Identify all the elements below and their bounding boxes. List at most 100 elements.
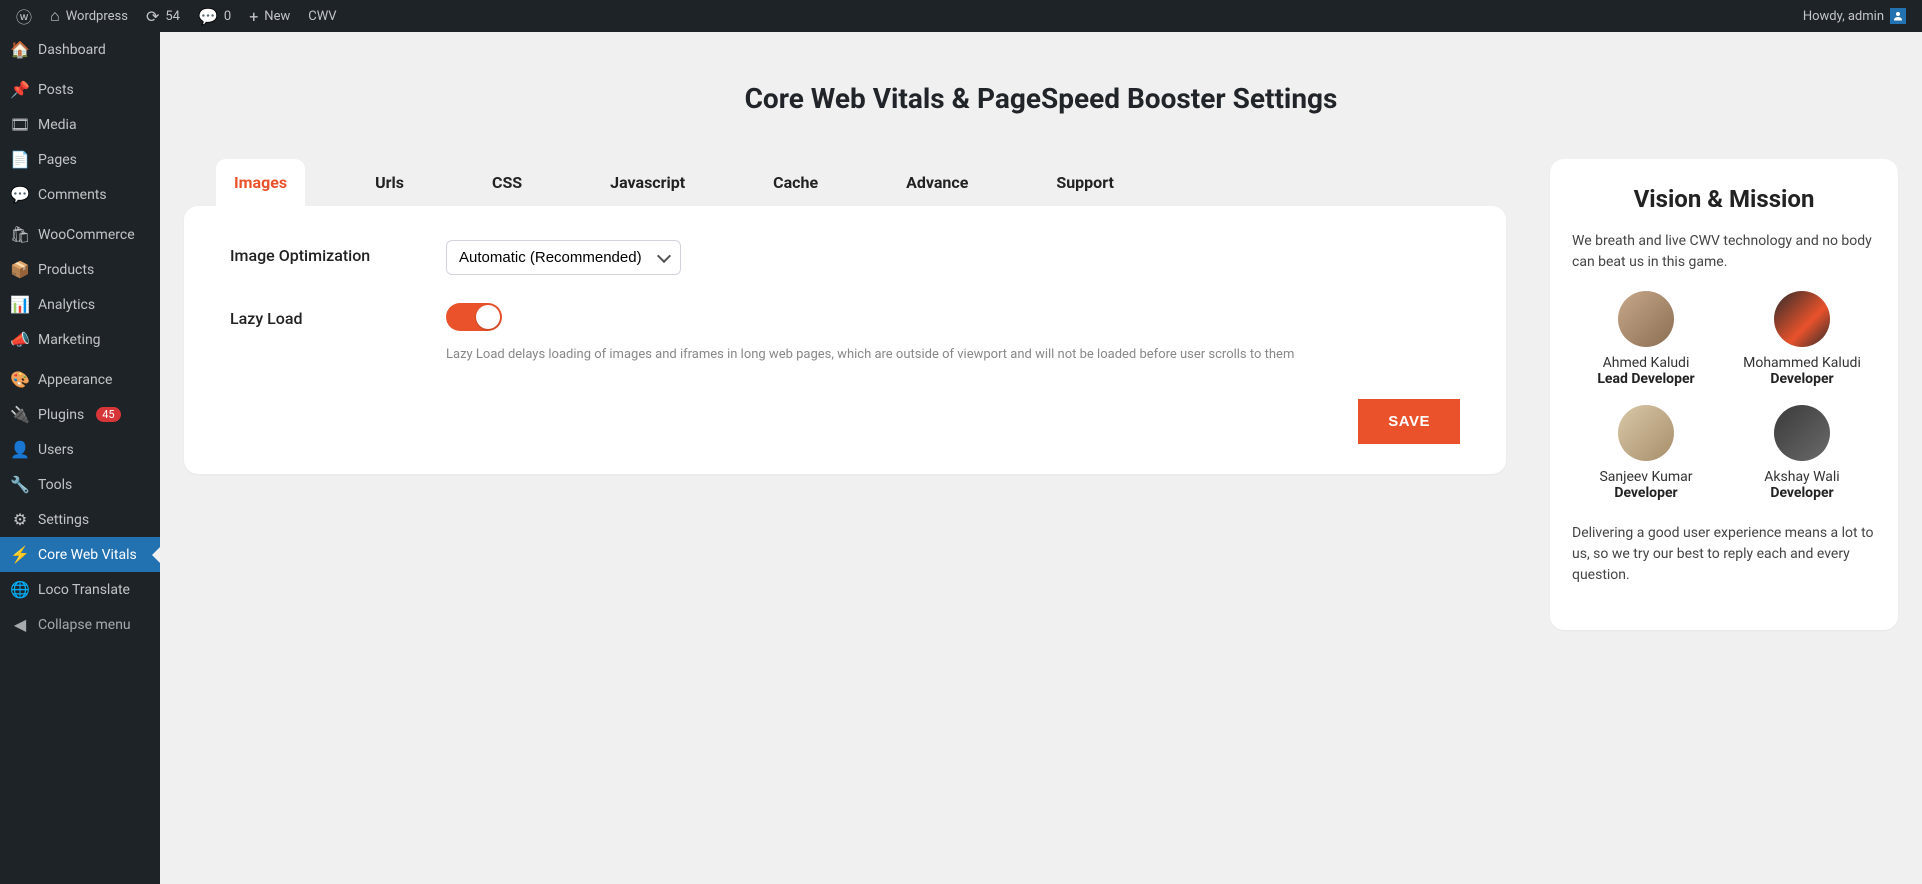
menu-icon: 🌐	[10, 580, 30, 599]
save-button[interactable]: SAVE	[1358, 399, 1460, 444]
sidebar-item-comments[interactable]: 💬Comments	[0, 177, 160, 212]
sidebar-item-marketing[interactable]: 📣Marketing	[0, 322, 160, 357]
updates-count: 54	[165, 9, 180, 24]
tab-images[interactable]: Images	[216, 159, 305, 206]
menu-label: Analytics	[38, 297, 95, 313]
refresh-icon: ⟳	[146, 7, 159, 26]
sidebar-item-woocommerce[interactable]: 🛍 WooCommerce	[0, 217, 160, 252]
menu-label: Tools	[38, 477, 72, 493]
sidebar-item-users[interactable]: 👤 Users	[0, 432, 160, 467]
menu-icon: 📣	[10, 330, 30, 349]
avatar	[1774, 291, 1830, 347]
avatar	[1618, 291, 1674, 347]
tab-cache[interactable]: Cache	[755, 159, 836, 206]
aside-title: Vision & Mission	[1572, 185, 1876, 213]
new-content-link[interactable]: + New	[241, 0, 298, 32]
cwv-label: CWV	[308, 9, 336, 24]
team-member: Ahmed KaludiLead Developer	[1572, 291, 1720, 387]
settings-panel: Image Optimization Automatic (Recommende…	[184, 206, 1506, 474]
tab-javascript[interactable]: Javascript	[592, 159, 703, 206]
sidebar-item-pages[interactable]: 📄 Pages	[0, 142, 160, 177]
member-name: Akshay Wali	[1728, 469, 1876, 485]
menu-label: Core Web Vitals	[38, 547, 137, 563]
menu-icon: 👤	[10, 440, 30, 459]
team-member: Sanjeev KumarDeveloper	[1572, 405, 1720, 501]
updates-link[interactable]: ⟳ 54	[138, 0, 188, 32]
member-role: Developer	[1572, 485, 1720, 501]
collapse-icon: ◀	[10, 615, 30, 634]
menu-icon: 📄	[10, 150, 30, 169]
menu-icon: 📊	[10, 295, 30, 314]
sidebar-item-plugins[interactable]: 🔌 Plugins 45	[0, 397, 160, 432]
account-link[interactable]: Howdy, admin	[1795, 0, 1914, 32]
field-label: Image Optimization	[230, 240, 446, 265]
avatar	[1618, 405, 1674, 461]
member-name: Sanjeev Kumar	[1572, 469, 1720, 485]
main-content: Core Web Vitals & PageSpeed Booster Sett…	[160, 32, 1922, 884]
team-member: Akshay WaliDeveloper	[1728, 405, 1876, 501]
member-role: Lead Developer	[1572, 371, 1720, 387]
site-name-link[interactable]: ⌂ Wordpress	[42, 0, 136, 32]
sidebar-item-media[interactable]: 🎞 Media	[0, 107, 160, 142]
menu-label: Plugins	[38, 407, 84, 423]
menu-label: Appearance	[38, 372, 112, 388]
cwv-link[interactable]: CWV	[300, 0, 344, 32]
team-member: Mohammed KaludiDeveloper	[1728, 291, 1876, 387]
sidebar-item-analytics[interactable]: 📊 Analytics	[0, 287, 160, 322]
sidebar-item-appearance[interactable]: 🎨 Appearance	[0, 362, 160, 397]
menu-icon: 📦	[10, 260, 30, 279]
menu-label: WooCommerce	[38, 227, 135, 243]
menu-label: Pages	[38, 152, 77, 168]
tab-support[interactable]: Support	[1038, 159, 1132, 206]
sidebar-item-posts[interactable]: 📌 Posts	[0, 72, 160, 107]
menu-icon: ⚙	[10, 510, 30, 529]
aside-intro: We breath and live CWV technology and no…	[1572, 231, 1876, 273]
menu-icon: 🔌	[10, 405, 30, 424]
menu-icon: 🛍	[10, 225, 30, 244]
field-lazy-load: Lazy Load Lazy Load delays loading of im…	[230, 303, 1460, 365]
field-image-optimization: Image Optimization Automatic (Recommende…	[230, 240, 1460, 275]
menu-label: Users	[38, 442, 74, 458]
menu-label: Products	[38, 262, 94, 278]
menu-label: Posts	[38, 82, 74, 98]
home-icon: ⌂	[50, 6, 60, 26]
member-role: Developer	[1728, 485, 1876, 501]
settings-tabs: Images Urls CSS Javascript Cache Advance Suppo…	[184, 159, 1506, 206]
sidebar-item-products[interactable]: 📦 Products	[0, 252, 160, 287]
site-name: Wordpress	[66, 9, 128, 24]
tab-advance[interactable]: Advance	[888, 159, 986, 206]
page-title: Core Web Vitals & PageSpeed Booster Sett…	[184, 82, 1898, 115]
menu-icon: ⚡	[10, 545, 30, 564]
wp-logo[interactable]: ⓦ	[8, 0, 40, 32]
sidebar-item-loco-translate[interactable]: 🌐Loco Translate	[0, 572, 160, 607]
menu-label: Settings	[38, 512, 89, 528]
lazy-load-help: Lazy Load delays loading of images and i…	[446, 345, 1460, 365]
menu-icon: 📌	[10, 80, 30, 99]
tab-urls[interactable]: Urls	[357, 159, 422, 206]
menu-label: Media	[38, 117, 77, 133]
collapse-menu[interactable]: ◀Collapse menu	[0, 607, 160, 642]
lazy-load-toggle[interactable]	[446, 303, 502, 331]
plus-icon: +	[249, 7, 258, 26]
comments-link[interactable]: 💬0	[190, 0, 239, 32]
count-badge: 45	[96, 407, 120, 422]
sidebar-item-settings[interactable]: ⚙ Settings	[0, 502, 160, 537]
user-avatar-icon	[1890, 8, 1906, 24]
tab-css[interactable]: CSS	[474, 159, 540, 206]
admin-bar: ⓦ ⌂ Wordpress ⟳ 54 💬0 + New CWV Howdy, admi…	[0, 0, 1922, 32]
menu-icon: 🔧	[10, 475, 30, 494]
menu-label: Dashboard	[38, 42, 106, 58]
menu-icon: 🏠	[10, 40, 30, 59]
sidebar-item-tools[interactable]: 🔧 Tools	[0, 467, 160, 502]
comments-count: 0	[224, 9, 231, 24]
menu-icon: 🎨	[10, 370, 30, 389]
wordpress-icon: ⓦ	[16, 4, 32, 28]
avatar	[1774, 405, 1830, 461]
menu-label: Comments	[38, 187, 107, 203]
sidebar-item-core-web-vitals[interactable]: ⚡ Core Web Vitals	[0, 537, 160, 572]
image-optimization-select[interactable]: Automatic (Recommended)	[446, 240, 681, 275]
howdy-text: Howdy, admin	[1803, 9, 1884, 24]
sidebar-item-dashboard[interactable]: 🏠 Dashboard	[0, 32, 160, 67]
new-label: New	[264, 9, 290, 24]
menu-icon: 🎞	[10, 115, 30, 134]
